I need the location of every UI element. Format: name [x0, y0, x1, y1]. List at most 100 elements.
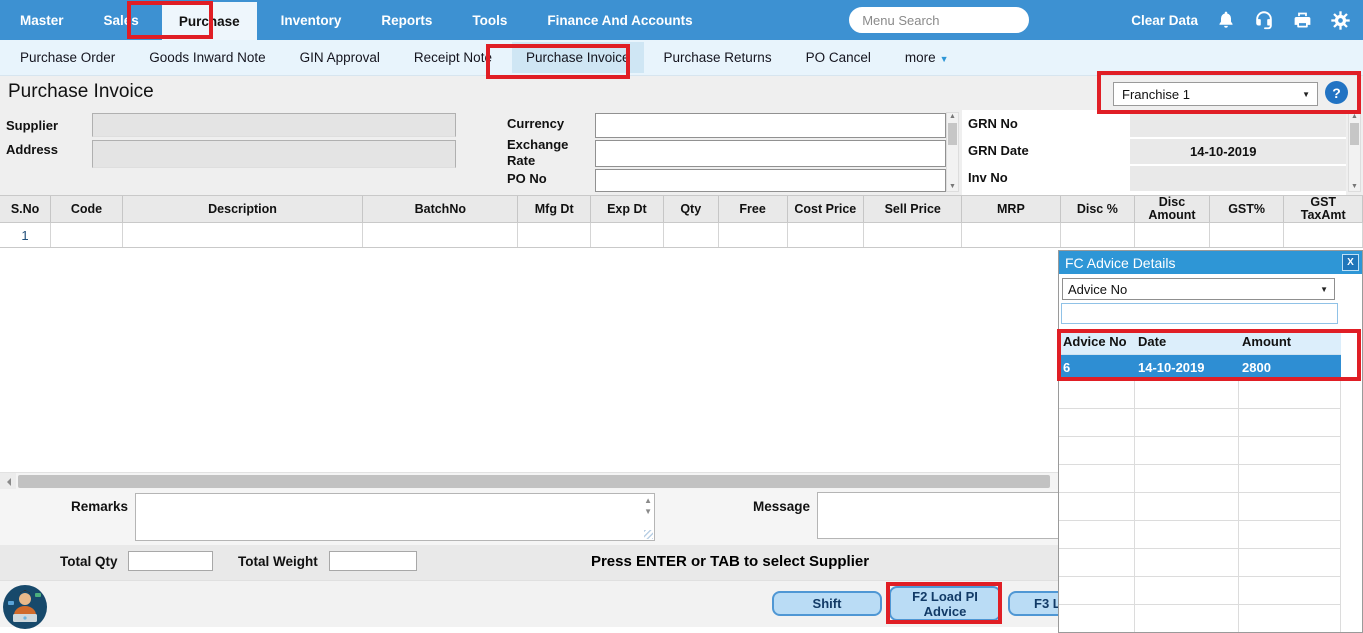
tab-purchase-returns[interactable]: Purchase Returns — [664, 50, 772, 65]
col-gst-pct: GST% — [1210, 196, 1285, 222]
cell-qty[interactable] — [664, 223, 719, 247]
cell-disc-pct[interactable] — [1061, 223, 1136, 247]
tab-purchase-order[interactable]: Purchase Order — [20, 50, 115, 65]
form-scrollbar-right[interactable]: ▲ ▼ — [1348, 112, 1361, 192]
printer-icon[interactable] — [1292, 10, 1313, 31]
resize-grip-icon[interactable] — [644, 530, 653, 539]
topnav-master[interactable]: Master — [20, 13, 64, 28]
advice-empty-row[interactable] — [1059, 577, 1341, 605]
topnav-purchase[interactable]: Purchase — [161, 2, 257, 40]
cell-code[interactable] — [51, 223, 123, 247]
spinner-up-icon[interactable]: ▲ — [644, 497, 652, 505]
topnav-finance-and-accounts[interactable]: Finance And Accounts — [547, 13, 692, 28]
total-weight-input[interactable] — [329, 551, 417, 571]
advice-col-amount: Amount — [1242, 334, 1292, 349]
cell-batchno[interactable] — [363, 223, 519, 247]
cell-cost-price[interactable] — [788, 223, 865, 247]
supplier-hint-text: Press ENTER or TAB to select Supplier — [590, 553, 870, 570]
inv-no-value[interactable] — [1130, 166, 1346, 191]
tab-purchase-invoice[interactable]: Purchase Invoice — [511, 42, 644, 73]
advice-empty-row[interactable] — [1059, 521, 1341, 549]
purchase-invoice-screen: Master Sales Purchase Inventory Reports … — [0, 0, 1363, 633]
advice-date-value: 14-10-2019 — [1138, 360, 1205, 375]
advice-table-header: Advice No Date Amount — [1059, 329, 1341, 355]
col-exp-dt: Exp Dt — [591, 196, 664, 222]
advice-empty-row[interactable] — [1059, 493, 1341, 521]
fc-advice-details-popup: FC Advice Details X Advice No ▼ Advice N… — [1058, 250, 1363, 633]
tab-gin-approval[interactable]: GIN Approval — [300, 50, 380, 65]
advice-empty-row[interactable] — [1059, 437, 1341, 465]
bell-icon[interactable] — [1216, 10, 1236, 30]
help-button[interactable]: ? — [1325, 81, 1348, 104]
cell-sno[interactable]: 1 — [0, 223, 52, 247]
tab-receipt-note[interactable]: Receipt Note — [414, 50, 492, 65]
col-cost-price: Cost Price — [788, 196, 865, 222]
scrollbar-thumb[interactable] — [18, 475, 1050, 488]
advice-amount-value: 2800 — [1242, 360, 1271, 375]
cell-exp-dt[interactable] — [591, 223, 664, 247]
menu-search-input[interactable] — [849, 7, 1030, 33]
gear-icon[interactable] — [1330, 10, 1351, 31]
invoice-header-form: Supplier Address Currency Exchange Rate … — [0, 110, 1363, 195]
cell-gst-pct[interactable] — [1210, 223, 1285, 247]
total-qty-input[interactable] — [128, 551, 213, 571]
tab-more[interactable]: more ▼ — [905, 50, 949, 65]
spinner-down-icon[interactable]: ▼ — [644, 508, 652, 516]
total-qty-label: Total Qty — [60, 554, 118, 569]
tab-po-cancel[interactable]: PO Cancel — [806, 50, 871, 65]
topnav-inventory[interactable]: Inventory — [281, 13, 342, 28]
advice-row-selected[interactable]: 6 14-10-2019 2800 — [1059, 355, 1341, 381]
col-qty: Qty — [664, 196, 719, 222]
close-icon[interactable]: X — [1342, 254, 1359, 271]
currency-label: Currency — [507, 116, 565, 131]
col-batchno: BatchNo — [363, 196, 519, 222]
col-disc-pct: Disc % — [1061, 196, 1136, 222]
advice-empty-row[interactable] — [1059, 549, 1341, 577]
support-avatar[interactable] — [2, 584, 48, 630]
franchise-select[interactable]: Franchise 1 ▼ — [1113, 82, 1318, 106]
col-sell-price: Sell Price — [864, 196, 963, 222]
grn-date-value[interactable]: 14-10-2019 — [1130, 139, 1346, 164]
tab-goods-inward-note[interactable]: Goods Inward Note — [149, 50, 265, 65]
remarks-textarea[interactable]: ▲ ▼ — [135, 493, 655, 541]
advice-empty-row[interactable] — [1059, 381, 1341, 409]
po-no-label: PO No — [507, 171, 547, 186]
total-weight-label: Total Weight — [238, 554, 318, 569]
advice-empty-row[interactable] — [1059, 605, 1341, 632]
supplier-input[interactable] — [92, 113, 456, 137]
advice-filter-select[interactable]: Advice No ▼ — [1062, 278, 1335, 300]
form-scrollbar-left[interactable]: ▲ ▼ — [946, 112, 959, 192]
col-free: Free — [719, 196, 788, 222]
cell-gst-taxamt[interactable] — [1284, 223, 1363, 247]
shift-button[interactable]: Shift — [772, 591, 882, 616]
topnav-tools[interactable]: Tools — [472, 13, 507, 28]
cell-description[interactable] — [123, 223, 364, 247]
advice-empty-row[interactable] — [1059, 465, 1341, 493]
message-label: Message — [752, 499, 810, 514]
advice-no-value: 6 — [1063, 360, 1071, 375]
f2-load-pi-advice-button[interactable]: F2 Load PI Advice — [889, 586, 1001, 621]
support-icon[interactable] — [1253, 9, 1275, 31]
topnav-reports[interactable]: Reports — [381, 13, 432, 28]
currency-input[interactable] — [595, 113, 946, 138]
scroll-left-arrow[interactable] — [0, 473, 16, 490]
advice-search-input[interactable] — [1061, 303, 1338, 324]
cell-mrp[interactable] — [962, 223, 1061, 247]
col-code: Code — [51, 196, 123, 222]
purchase-sub-nav: Purchase Order Goods Inward Note GIN App… — [0, 40, 1363, 76]
exchange-rate-input[interactable] — [595, 140, 946, 167]
cell-disc-amount[interactable] — [1135, 223, 1210, 247]
advice-empty-row[interactable] — [1059, 409, 1341, 437]
clear-data-button[interactable]: Clear Data — [1131, 13, 1198, 28]
address-input[interactable] — [92, 140, 456, 168]
po-no-input[interactable] — [595, 169, 946, 192]
table-row[interactable]: 1 — [0, 223, 1363, 248]
topnav-sales[interactable]: Sales — [104, 13, 139, 28]
cell-free[interactable] — [719, 223, 788, 247]
popup-title-bar[interactable]: FC Advice Details — [1059, 251, 1362, 274]
grn-no-value[interactable] — [1130, 112, 1346, 137]
cell-mfg-dt[interactable] — [518, 223, 592, 247]
cell-sell-price[interactable] — [864, 223, 963, 247]
grn-no-row: GRN No — [962, 112, 1346, 137]
exchange-rate-label: Exchange Rate — [507, 137, 569, 168]
